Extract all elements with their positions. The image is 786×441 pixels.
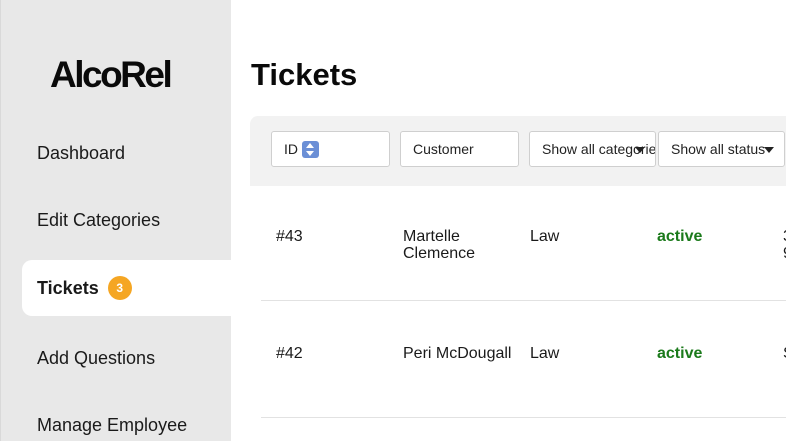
customer-filter-placeholder: Customer	[413, 141, 474, 157]
id-filter-label: ID	[284, 141, 298, 157]
ticket-customer: Peri McDougall	[403, 345, 511, 362]
sort-icon[interactable]	[302, 140, 319, 158]
sidebar: AlcoRel Dashboard Edit Categories Ticket…	[0, 0, 232, 441]
customer-name-line: Clemence	[403, 245, 476, 262]
sidebar-item-manage-employee[interactable]: Manage Employee	[37, 414, 187, 436]
ticket-category: Law	[530, 228, 560, 245]
table-row[interactable]: #42 Peri McDougall Law active S	[261, 300, 786, 418]
app-logo[interactable]: AlcoRel	[50, 54, 173, 96]
customer-filter-input[interactable]: Customer	[400, 131, 519, 167]
chevron-down-icon	[764, 147, 774, 153]
main-content: Tickets ID Customer Show all categories …	[231, 0, 786, 441]
sidebar-item-label: Tickets	[37, 278, 99, 298]
ticket-id: #42	[276, 345, 303, 362]
filter-bar: ID Customer Show all categories Show all…	[250, 116, 786, 186]
chevron-down-icon	[635, 147, 645, 153]
category-filter-select[interactable]: Show all categories	[529, 131, 656, 167]
sidebar-item-tickets[interactable]: Tickets 3	[22, 260, 232, 316]
status-filter-select[interactable]: Show all status	[658, 131, 785, 167]
ticket-id: #43	[276, 228, 303, 245]
sidebar-item-dashboard[interactable]: Dashboard	[37, 142, 125, 164]
ticket-category: Law	[530, 345, 560, 362]
ticket-status: active	[657, 345, 703, 362]
sidebar-item-add-questions[interactable]: Add Questions	[37, 347, 155, 369]
sidebar-item-edit-categories[interactable]: Edit Categories	[37, 209, 160, 231]
ticket-customer: Martelle Clemence	[403, 228, 475, 262]
status-filter-value: Show all status	[671, 141, 766, 157]
page-title: Tickets	[251, 57, 358, 92]
table-row[interactable]: #43 Martelle Clemence Law active 3 9	[261, 183, 786, 301]
ticket-status: active	[657, 228, 703, 245]
id-filter-input[interactable]: ID	[271, 131, 390, 167]
customer-name-line: Martelle	[403, 228, 460, 245]
customer-name-line: Peri McDougall	[403, 345, 512, 362]
ticket-count-badge: 3	[107, 276, 132, 300]
